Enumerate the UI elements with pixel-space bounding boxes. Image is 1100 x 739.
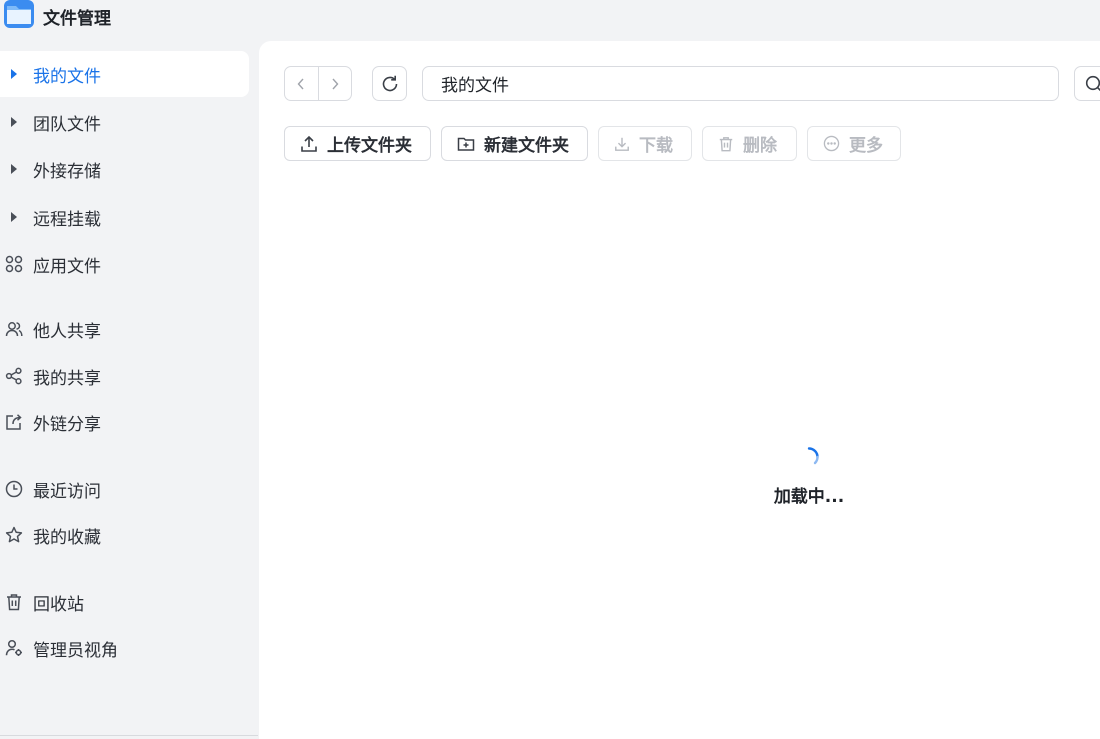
users-icon bbox=[5, 320, 23, 338]
refresh-button[interactable] bbox=[372, 66, 407, 101]
search-icon bbox=[1085, 75, 1100, 91]
refresh-icon bbox=[382, 75, 397, 91]
sidebar-item-shared-with-me[interactable]: 他人共享 bbox=[0, 306, 249, 352]
share-icon bbox=[5, 367, 23, 385]
sidebar-item-external-link-share[interactable]: 外链分享 bbox=[0, 399, 249, 445]
sidebar-item-label: 我的共享 bbox=[33, 368, 101, 389]
new-folder-button[interactable]: 新建文件夹 bbox=[441, 126, 588, 161]
sidebar-item-label: 外链分享 bbox=[33, 414, 101, 435]
forward-button[interactable] bbox=[317, 67, 351, 100]
caret-right-icon[interactable] bbox=[5, 113, 23, 131]
main-panel: 上传文件夹 新建文件夹 下载 删除 bbox=[259, 41, 1100, 739]
upload-folder-button[interactable]: 上传文件夹 bbox=[284, 126, 431, 161]
chevron-left-icon bbox=[298, 78, 305, 89]
caret-right-icon[interactable] bbox=[5, 208, 23, 226]
caret-right-icon[interactable] bbox=[5, 65, 23, 83]
sidebar-item-label: 远程挂载 bbox=[33, 209, 101, 230]
sidebar-item-label: 我的收藏 bbox=[33, 527, 101, 548]
sidebar-item-app-files[interactable]: 应用文件 bbox=[0, 241, 249, 287]
upload-icon bbox=[300, 135, 318, 153]
search-button[interactable] bbox=[1074, 66, 1100, 101]
delete-button[interactable]: 删除 bbox=[702, 126, 797, 161]
upload-folder-label: 上传文件夹 bbox=[327, 136, 412, 156]
sidebar-item-admin-view[interactable]: 管理员视角 bbox=[0, 625, 249, 671]
sidebar-item-label: 外接存储 bbox=[33, 161, 101, 182]
trash-icon bbox=[5, 593, 23, 611]
file-manager-window: 文件管理 我的文件 团队文件 外接存储 远程挂载 应用文件 他人共享 我的共享 … bbox=[0, 0, 1100, 739]
new-folder-label: 新建文件夹 bbox=[484, 136, 569, 156]
more-dots-icon bbox=[823, 135, 840, 152]
sidebar-item-label: 他人共享 bbox=[33, 321, 101, 342]
loading-indicator: 加载中... bbox=[749, 446, 869, 507]
sidebar: 我的文件 团队文件 外接存储 远程挂载 应用文件 他人共享 我的共享 外链分享 … bbox=[0, 50, 258, 739]
more-label: 更多 bbox=[849, 136, 883, 156]
chevron-right-icon bbox=[332, 78, 339, 89]
loading-text: 加载中... bbox=[773, 487, 845, 507]
sidebar-item-label: 管理员视角 bbox=[33, 640, 118, 661]
sidebar-item-my-shares[interactable]: 我的共享 bbox=[0, 353, 249, 399]
trash-icon bbox=[718, 136, 734, 152]
folder-app-icon bbox=[4, 0, 34, 28]
sidebar-item-remote-mount[interactable]: 远程挂载 bbox=[0, 194, 249, 240]
sidebar-item-my-files[interactable]: 我的文件 bbox=[0, 51, 249, 97]
sidebar-divider bbox=[0, 735, 258, 736]
title-bar: 文件管理 bbox=[0, 0, 300, 34]
caret-right-icon[interactable] bbox=[5, 160, 23, 178]
delete-label: 删除 bbox=[743, 136, 777, 156]
spinner-icon bbox=[807, 447, 819, 465]
sidebar-item-label: 团队文件 bbox=[33, 114, 101, 135]
download-icon bbox=[614, 136, 630, 152]
external-link-icon bbox=[5, 413, 23, 431]
sidebar-item-favorites[interactable]: 我的收藏 bbox=[0, 512, 249, 558]
sidebar-item-external-storage[interactable]: 外接存储 bbox=[0, 146, 249, 192]
app-title: 文件管理 bbox=[43, 9, 111, 29]
admin-user-icon bbox=[5, 639, 23, 657]
download-label: 下载 bbox=[639, 136, 673, 156]
download-button[interactable]: 下载 bbox=[598, 126, 692, 161]
sidebar-item-label: 最近访问 bbox=[33, 481, 101, 502]
back-button[interactable] bbox=[285, 67, 318, 100]
sidebar-item-label: 应用文件 bbox=[33, 256, 101, 277]
star-icon bbox=[5, 526, 23, 544]
sidebar-item-recent[interactable]: 最近访问 bbox=[0, 466, 249, 512]
more-button[interactable]: 更多 bbox=[807, 126, 901, 161]
apps-grid-icon bbox=[5, 255, 23, 273]
clock-icon bbox=[5, 480, 23, 498]
path-input[interactable] bbox=[422, 66, 1059, 101]
sidebar-item-label: 回收站 bbox=[33, 594, 84, 615]
sidebar-item-label: 我的文件 bbox=[33, 66, 101, 87]
folder-plus-icon bbox=[457, 135, 475, 153]
history-nav-group bbox=[284, 66, 352, 101]
sidebar-item-recycle-bin[interactable]: 回收站 bbox=[0, 579, 249, 625]
sidebar-item-team-files[interactable]: 团队文件 bbox=[0, 99, 249, 145]
